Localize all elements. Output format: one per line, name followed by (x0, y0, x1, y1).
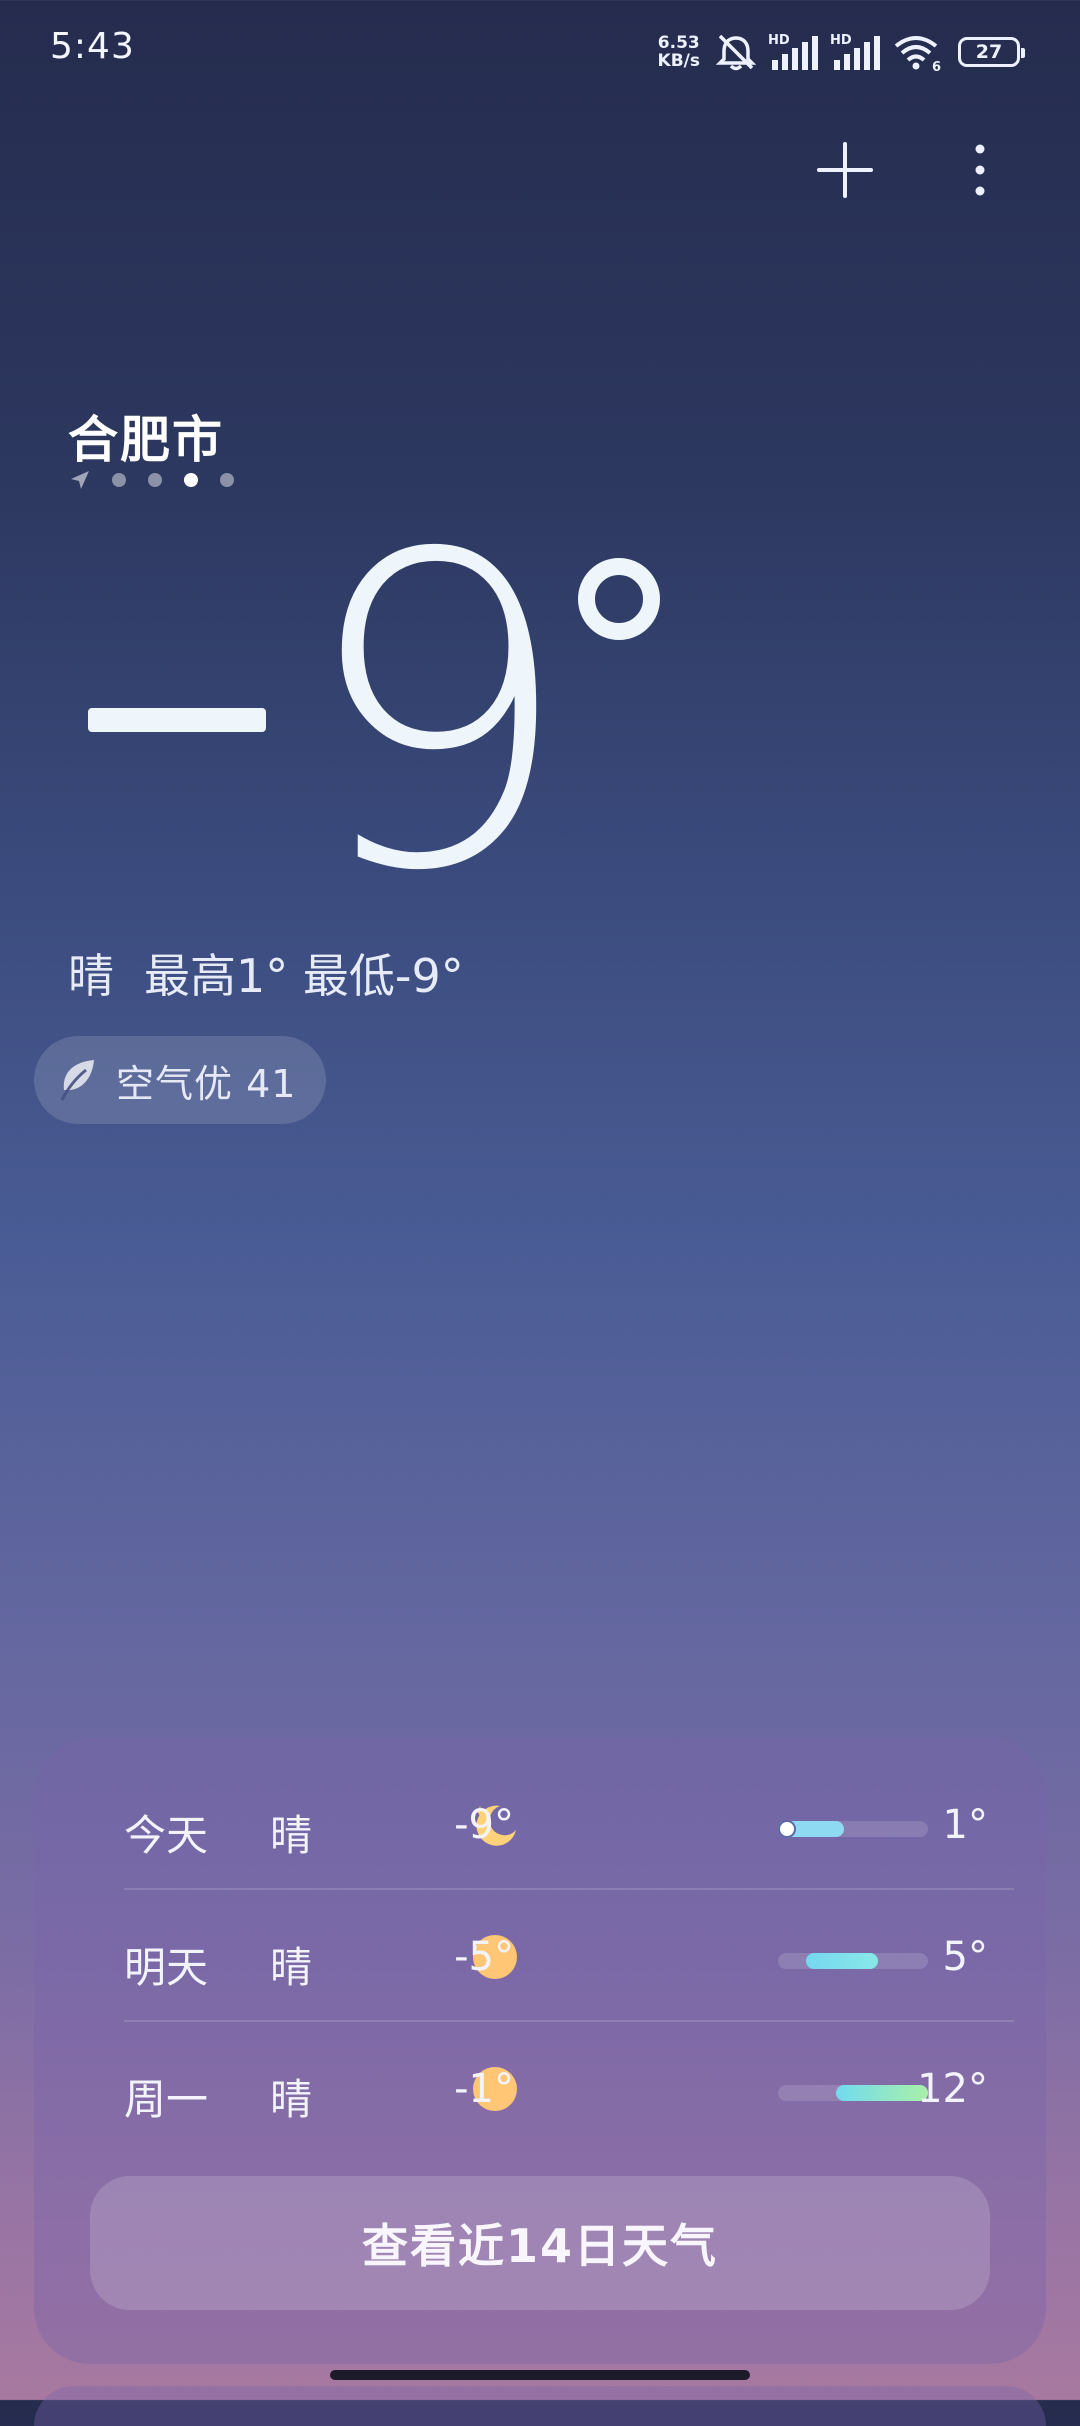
home-indicator[interactable] (330, 2370, 750, 2380)
leaf-icon (60, 1060, 94, 1101)
network-speed: 6.53 KB/s (658, 34, 700, 70)
page-dot-active (184, 473, 198, 487)
status-icons: 6.53 KB/s HD HD 6 27 (658, 28, 1025, 76)
forecast-condition: 晴 (270, 1811, 313, 1860)
sim1-hd-label: HD (768, 33, 790, 48)
range-fill (836, 2085, 928, 2101)
forecast-low: -1° (454, 2066, 514, 2112)
forecast-row-today[interactable]: 今天 晴 -9° 1° (90, 1758, 1014, 1890)
page-dot (148, 473, 162, 487)
battery-icon: 27 (958, 37, 1025, 67)
today-high-low: 最高1° 最低-9° (144, 940, 464, 1006)
forecast-row-tomorrow[interactable]: 明天 晴 -5° 5° (90, 1890, 1014, 2022)
forecast-condition: 晴 (270, 2075, 313, 2124)
temperature-minus-sign (88, 708, 266, 732)
view-14-day-forecast-button[interactable]: 查看近14日天气 (90, 2176, 990, 2310)
weather-summary: 晴 最高1° 最低-9° (68, 940, 464, 1006)
forecast-low: -5° (454, 1934, 514, 1980)
add-city-button[interactable] (815, 140, 875, 200)
degree-symbol (578, 558, 660, 640)
air-quality-badge[interactable]: 空气优 41 (34, 1036, 326, 1124)
page-dot (112, 473, 126, 487)
air-quality-text: 空气优 41 (116, 1061, 297, 1106)
more-vertical-icon (975, 144, 985, 196)
signal-sim2-icon: HD (830, 32, 882, 72)
page-dot (220, 473, 234, 487)
forecast-card: 今天 晴 -9° 1° 明天 晴 -5° 5° 周一 晴 -1° 12° 查看近… (34, 1738, 1046, 2364)
next-card (34, 2386, 1046, 2426)
temperature-range-bar (778, 1820, 928, 1838)
battery-level: 27 (975, 41, 1003, 63)
plus-icon (817, 142, 873, 198)
more-options-button[interactable] (955, 140, 1005, 200)
wifi-label: 6 (932, 60, 941, 72)
today-high: 最高1° (144, 949, 289, 1003)
forecast-day: 明天 (124, 1943, 209, 1992)
today-low: 最低-9° (302, 949, 464, 1003)
signal-sim1-icon: HD (768, 32, 820, 72)
range-fill (806, 1953, 878, 1969)
forecast-high: 5° (942, 1934, 988, 1980)
location-arrow-icon (71, 471, 89, 489)
temperature-range-bar (778, 1953, 928, 1969)
status-time: 5:43 (50, 26, 135, 67)
current-condition: 晴 (68, 949, 114, 1003)
forecast-day: 今天 (124, 1811, 209, 1860)
mute-icon (714, 32, 758, 72)
forecast-low: -9° (454, 1802, 514, 1848)
forecast-high: 1° (942, 1802, 988, 1848)
forecast-row-monday[interactable]: 周一 晴 -1° 12° (90, 2022, 990, 2154)
city-name: 合肥市 (68, 411, 224, 469)
temperature-value: 9 (300, 465, 574, 965)
temperature-range-bar (778, 2085, 928, 2101)
status-bar: 5:43 6.53 KB/s HD HD 6 27 (0, 0, 1080, 100)
wifi-icon: 6 (892, 32, 944, 72)
network-speed-value: 6.53 (657, 33, 700, 53)
network-speed-unit: KB/s (657, 51, 700, 71)
forecast-high: 12° (917, 2066, 988, 2112)
forecast-condition: 晴 (270, 1943, 313, 1992)
page-indicator[interactable] (70, 470, 234, 490)
sim2-hd-label: HD (830, 33, 852, 48)
current-temp-marker (778, 1820, 796, 1838)
forecast-day: 周一 (124, 2075, 209, 2124)
